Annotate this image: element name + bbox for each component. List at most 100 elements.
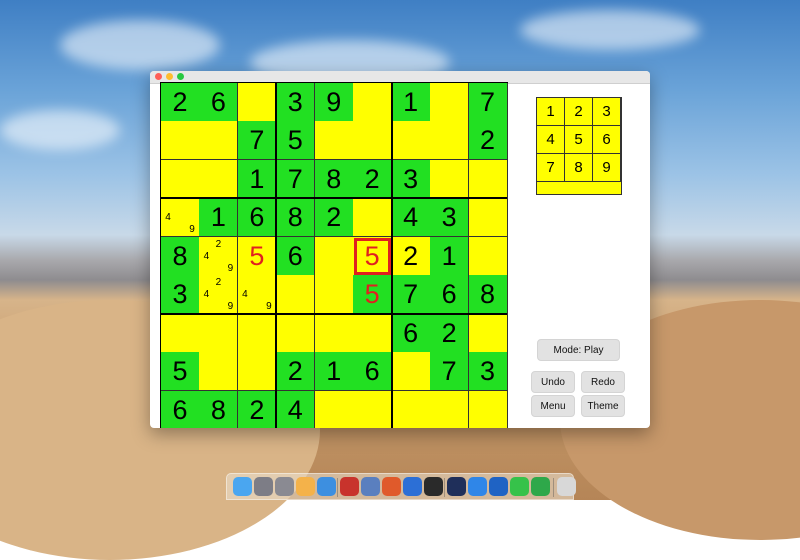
sudoku-cell[interactable] [430, 159, 470, 199]
sudoku-cell[interactable] [161, 121, 200, 161]
sudoku-cell[interactable]: 5 [161, 352, 200, 392]
sudoku-cell[interactable]: 1 [430, 236, 470, 276]
sudoku-cell[interactable]: 1 [199, 198, 239, 238]
sudoku-cell[interactable]: 8 [199, 390, 239, 428]
sudoku-cell[interactable] [199, 352, 239, 392]
sudoku-cell[interactable] [314, 313, 354, 353]
palette-digit-4[interactable]: 4 [537, 126, 565, 154]
sudoku-cell[interactable]: 6 [237, 198, 277, 238]
sudoku-cell[interactable]: 6 [276, 236, 316, 276]
sudoku-cell[interactable]: 2 [430, 313, 470, 353]
sudoku-cell[interactable]: 5 [276, 121, 316, 161]
sudoku-cell[interactable] [199, 121, 239, 161]
sudoku-cell[interactable]: 3 [430, 198, 470, 238]
theme-button[interactable]: Theme [581, 395, 625, 417]
sudoku-cell[interactable]: 5 [353, 275, 393, 315]
sudoku-cell[interactable] [468, 236, 508, 276]
sudoku-cell[interactable]: 6 [430, 275, 470, 315]
sudoku-cell[interactable]: 7 [237, 121, 277, 161]
xcode-icon[interactable] [403, 477, 422, 496]
sudoku-cell[interactable] [430, 121, 470, 161]
sudoku-cell[interactable] [237, 313, 277, 353]
sudoku-cell[interactable]: 6 [391, 313, 431, 353]
sudoku-cell[interactable]: 2 [161, 83, 200, 122]
sudoku-cell[interactable]: 8 [468, 275, 508, 315]
trash-icon[interactable] [557, 477, 576, 496]
undo-button[interactable]: Undo [531, 371, 575, 393]
system-preferences-icon[interactable] [275, 477, 294, 496]
redo-button[interactable]: Redo [581, 371, 625, 393]
sudoku-cell[interactable]: 7 [430, 352, 470, 392]
palette-clear-button[interactable] [537, 182, 621, 194]
sudoku-cell[interactable] [276, 275, 316, 315]
sudoku-cell[interactable]: 8 [314, 159, 354, 199]
sudoku-cell[interactable]: 3 [391, 159, 431, 199]
sudoku-cell[interactable]: 3 [161, 275, 200, 315]
sudoku-cell[interactable]: 9 [314, 83, 354, 122]
sudoku-cell[interactable]: 4 [391, 198, 431, 238]
sudoku-cell[interactable]: 7 [391, 275, 431, 315]
sudoku-cell[interactable] [314, 390, 354, 428]
sudoku-cell[interactable] [161, 313, 200, 353]
sudoku-cell[interactable]: 6 [353, 352, 393, 392]
sudoku-cell[interactable]: 1 [237, 159, 277, 199]
numbers-icon[interactable] [531, 477, 550, 496]
palette-digit-9[interactable]: 9 [593, 154, 621, 182]
sudoku-cell[interactable] [314, 236, 354, 276]
sudoku-cell[interactable] [237, 352, 277, 392]
palette-digit-5[interactable]: 5 [565, 126, 593, 154]
sudoku-cell[interactable] [468, 198, 508, 238]
sudoku-cell[interactable]: 2 [391, 236, 431, 276]
sudoku-cell[interactable] [199, 313, 239, 353]
palette-digit-3[interactable]: 3 [593, 98, 621, 126]
sudoku-cell[interactable] [276, 313, 316, 353]
sudoku-cell[interactable]: 8 [161, 236, 200, 276]
safari-icon[interactable] [317, 477, 336, 496]
sudoku-cell[interactable] [353, 313, 393, 353]
outlook-icon[interactable] [489, 477, 508, 496]
palette-digit-1[interactable]: 1 [537, 98, 565, 126]
browser-icon[interactable] [382, 477, 401, 496]
close-window-button[interactable] [155, 73, 162, 80]
sudoku-cell[interactable]: 24 9 [199, 236, 239, 276]
sudoku-cell[interactable] [430, 83, 470, 122]
sudoku-cell[interactable] [161, 159, 200, 199]
sudoku-cell[interactable]: 1 [391, 83, 431, 122]
sudoku-cell[interactable] [391, 121, 431, 161]
palette-digit-2[interactable]: 2 [565, 98, 593, 126]
sudoku-cell[interactable]: 8 [276, 198, 316, 238]
sudoku-cell[interactable]: 3 [468, 352, 508, 392]
sudoku-cell[interactable]: 1 [314, 352, 354, 392]
zoom-window-button[interactable] [177, 73, 184, 80]
palette-digit-6[interactable]: 6 [593, 126, 621, 154]
sudoku-cell[interactable] [237, 83, 277, 122]
sudoku-cell[interactable] [353, 121, 393, 161]
sudoku-cell[interactable] [391, 352, 431, 392]
sudoku-cell[interactable]: 2 [237, 390, 277, 428]
sudoku-cell[interactable]: 24 9 [199, 275, 239, 315]
sudoku-cell[interactable] [468, 159, 508, 199]
minimize-window-button[interactable] [166, 73, 173, 80]
sudoku-cell[interactable]: 5 [237, 236, 277, 276]
sudoku-cell[interactable] [468, 390, 508, 428]
sudoku-cell[interactable] [199, 159, 239, 199]
sudoku-cell[interactable]: 4 [276, 390, 316, 428]
sudoku-cell[interactable]: 49 [237, 275, 277, 315]
app-store-icon[interactable] [468, 477, 487, 496]
sudoku-cell[interactable] [314, 121, 354, 161]
sudoku-cell[interactable]: 7 [468, 83, 508, 122]
sudoku-cell[interactable]: 3 [276, 83, 316, 122]
launchpad-icon[interactable] [254, 477, 273, 496]
sudoku-cell[interactable]: 2 [468, 121, 508, 161]
filezilla-icon[interactable] [340, 477, 359, 496]
sudoku-cell[interactable]: 7 [276, 159, 316, 199]
network-icon[interactable] [361, 477, 380, 496]
sudoku-cell[interactable]: 6 [161, 390, 200, 428]
sudoku-cell[interactable]: 5 [353, 236, 393, 276]
sudoku-cell[interactable] [353, 390, 393, 428]
sudoku-cell[interactable] [353, 83, 393, 122]
finder-icon[interactable] [233, 477, 252, 496]
sudoku-cell[interactable] [468, 313, 508, 353]
palette-digit-7[interactable]: 7 [537, 154, 565, 182]
sudoku-cell[interactable]: 2 [276, 352, 316, 392]
